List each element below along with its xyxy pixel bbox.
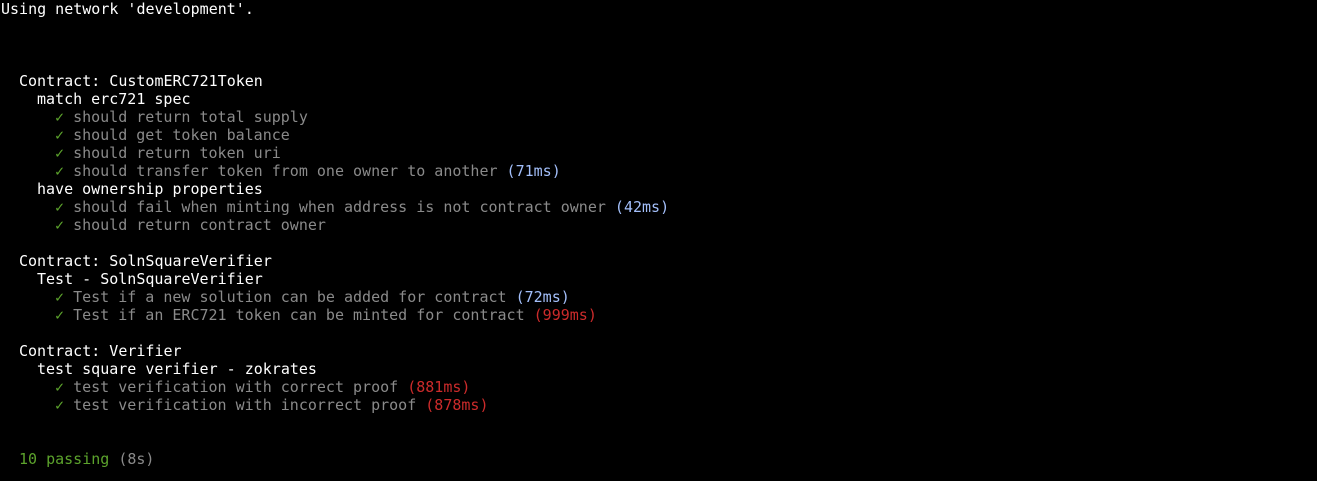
check-icon: ✓ [55, 144, 65, 162]
test-name: should return total supply [73, 108, 308, 126]
test-result-line: ✓ test verification with incorrect proof… [1, 396, 1317, 414]
test-result-line: ✓ Test if an ERC721 token can be minted … [1, 306, 1317, 324]
test-group-title: match erc721 spec [37, 90, 191, 108]
passing-count: 10 passing [19, 450, 110, 468]
check-icon: ✓ [55, 126, 65, 144]
terminal-window[interactable]: Using network 'development'. Contract: C… [0, 0, 1317, 481]
total-time: (8s) [118, 450, 155, 468]
test-duration: (72ms) [515, 288, 570, 306]
test-result-line: ✓ Test if a new solution can be added fo… [1, 288, 1317, 306]
test-result-line: ✓ should get token balance [1, 126, 1317, 144]
test-name: test verification with incorrect proof [73, 396, 417, 414]
test-name: should transfer token from one owner to … [73, 162, 498, 180]
test-name: should return token uri [73, 144, 281, 162]
test-result-line: ✓ test verification with correct proof (… [1, 378, 1317, 396]
test-group-title: have ownership properties [37, 180, 263, 198]
contract-title: Contract: CustomERC721Token [19, 72, 263, 90]
test-group-title: test square verifier - zokrates [37, 360, 317, 378]
contract-title: Contract: Verifier [19, 342, 182, 360]
summary-line: 10 passing (8s) [1, 450, 1317, 468]
check-icon: ✓ [55, 396, 65, 414]
test-name: test verification with correct proof [73, 378, 399, 396]
check-icon: ✓ [55, 306, 65, 324]
test-duration: (71ms) [506, 162, 561, 180]
test-duration: (881ms) [407, 378, 471, 396]
check-icon: ✓ [55, 198, 65, 216]
test-duration: (878ms) [425, 396, 489, 414]
test-name: should return contract owner [73, 216, 326, 234]
test-result-line: ✓ should return contract owner [1, 216, 1317, 234]
test-name: should get token balance [73, 126, 290, 144]
test-name: Test if a new solution can be added for … [73, 288, 507, 306]
contract-title: Contract: SolnSquareVerifier [19, 252, 272, 270]
check-icon: ✓ [55, 108, 65, 126]
test-result-line: ✓ should return token uri [1, 144, 1317, 162]
test-duration: (999ms) [533, 306, 597, 324]
test-result-line: ✓ should return total supply [1, 108, 1317, 126]
network-line: Using network 'development'. [1, 0, 254, 18]
test-result-line: ✓ should fail when minting when address … [1, 198, 1317, 216]
test-name: should fail when minting when address is… [73, 198, 606, 216]
test-name: Test if an ERC721 token can be minted fo… [73, 306, 525, 324]
check-icon: ✓ [55, 378, 65, 396]
test-duration: (42ms) [614, 198, 670, 216]
check-icon: ✓ [55, 288, 65, 306]
test-group-title: Test - SolnSquareVerifier [37, 270, 263, 288]
check-icon: ✓ [55, 216, 65, 234]
check-icon: ✓ [55, 162, 65, 180]
test-result-line: ✓ should transfer token from one owner t… [1, 162, 1317, 180]
